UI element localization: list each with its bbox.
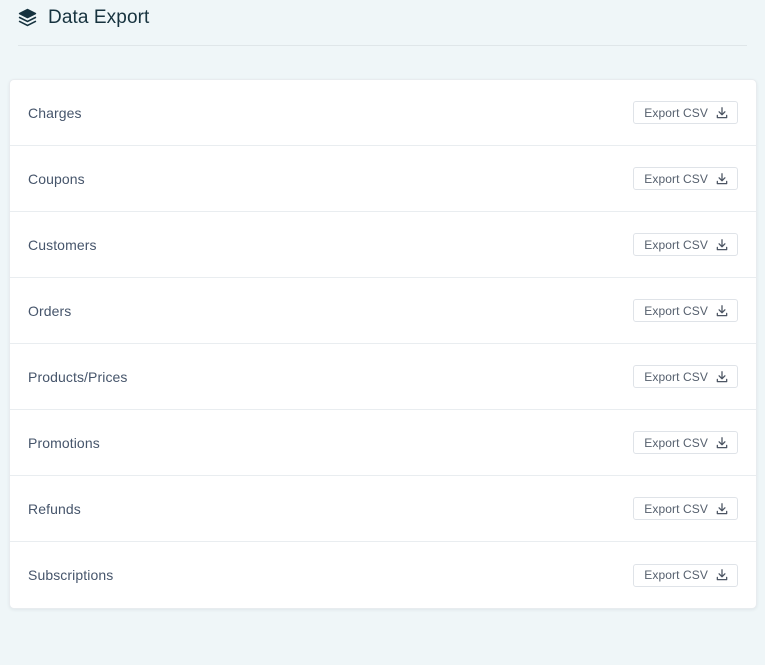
download-icon: [715, 568, 729, 582]
export-csv-button-charges[interactable]: Export CSV: [633, 101, 738, 124]
page-title: Data Export: [48, 6, 150, 28]
download-icon: [715, 106, 729, 120]
export-list-card: Charges Export CSV Coupons Export CSV Cu…: [9, 79, 757, 609]
export-csv-button-label: Export CSV: [644, 435, 708, 450]
row-label-promotions: Promotions: [28, 434, 100, 451]
export-csv-button-label: Export CSV: [644, 369, 708, 384]
layers-icon: [18, 8, 37, 27]
export-csv-button-label: Export CSV: [644, 501, 708, 516]
download-icon: [715, 436, 729, 450]
table-row: Subscriptions Export CSV: [10, 542, 756, 608]
header-divider: [18, 45, 747, 46]
export-csv-button-refunds[interactable]: Export CSV: [633, 497, 738, 520]
export-csv-button-promotions[interactable]: Export CSV: [633, 431, 738, 454]
row-label-charges: Charges: [28, 104, 82, 121]
table-row: Orders Export CSV: [10, 278, 756, 344]
table-row: Products/Prices Export CSV: [10, 344, 756, 410]
export-csv-button-customers[interactable]: Export CSV: [633, 233, 738, 256]
row-label-products-prices: Products/Prices: [28, 368, 128, 385]
download-icon: [715, 304, 729, 318]
export-csv-button-label: Export CSV: [644, 568, 708, 582]
export-csv-button-subscriptions[interactable]: Export CSV: [633, 563, 738, 587]
export-csv-button-label: Export CSV: [644, 171, 708, 186]
download-icon: [715, 238, 729, 252]
row-label-coupons: Coupons: [28, 170, 85, 187]
export-csv-button-coupons[interactable]: Export CSV: [633, 167, 738, 190]
export-csv-button-label: Export CSV: [644, 105, 708, 120]
export-csv-button-label: Export CSV: [644, 303, 708, 318]
table-row: Refunds Export CSV: [10, 476, 756, 542]
page-header: Data Export: [0, 2, 765, 32]
export-csv-button-label: Export CSV: [644, 237, 708, 252]
table-row: Promotions Export CSV: [10, 410, 756, 476]
row-label-refunds: Refunds: [28, 500, 81, 517]
download-icon: [715, 172, 729, 186]
row-label-subscriptions: Subscriptions: [28, 567, 114, 583]
download-icon: [715, 370, 729, 384]
table-row: Coupons Export CSV: [10, 146, 756, 212]
data-export-page: Data Export Charges Export CSV Coupons E…: [0, 2, 765, 665]
table-row: Charges Export CSV: [10, 80, 756, 146]
download-icon: [715, 502, 729, 516]
row-label-orders: Orders: [28, 302, 72, 319]
table-row: Customers Export CSV: [10, 212, 756, 278]
export-csv-button-products-prices[interactable]: Export CSV: [633, 365, 738, 388]
export-csv-button-orders[interactable]: Export CSV: [633, 299, 738, 322]
row-label-customers: Customers: [28, 236, 97, 253]
